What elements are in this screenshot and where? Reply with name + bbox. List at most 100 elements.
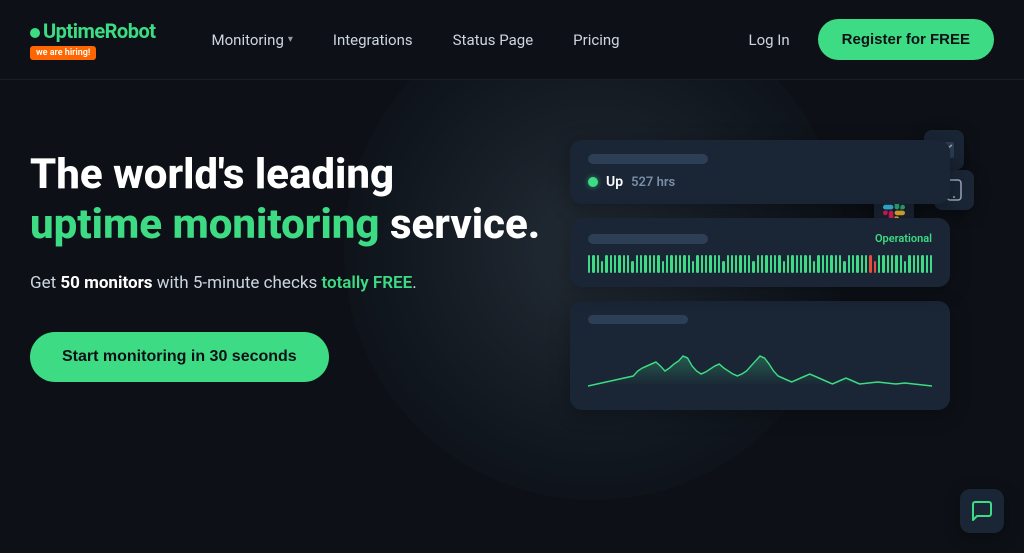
uptime-bar-item xyxy=(757,255,759,273)
hero-content: The world's leading uptime monitoring se… xyxy=(30,130,550,382)
uptime-bar-item xyxy=(644,255,646,273)
logo-dot xyxy=(30,28,40,38)
operational-label: Operational xyxy=(875,232,932,245)
uptime-bars xyxy=(588,251,932,273)
uptime-bar-item xyxy=(778,255,780,273)
cta-button[interactable]: Start monitoring in 30 seconds xyxy=(30,332,329,382)
uptime-bar-item xyxy=(852,255,854,273)
uptime-bar-item xyxy=(618,255,620,273)
uptime-bar-item xyxy=(679,255,681,273)
uptime-bar-item xyxy=(830,255,832,273)
card-label-placeholder2 xyxy=(588,234,708,244)
uptime-bar-item xyxy=(882,255,884,273)
status-dot xyxy=(588,177,598,187)
uptime-bar-item xyxy=(631,261,633,273)
hero-subtitle: Get 50 monitors with 5-minute checks tot… xyxy=(30,271,550,297)
uptime-bar-item xyxy=(675,255,677,273)
uptime-bar-item xyxy=(796,255,798,273)
login-link[interactable]: Log In xyxy=(737,23,802,57)
uptime-bar-item xyxy=(696,255,698,273)
uptime-bar-item xyxy=(670,255,672,273)
response-chart-card xyxy=(570,301,950,410)
status-card: Up 527 hrs xyxy=(570,140,950,204)
uptime-bar-item xyxy=(809,255,811,273)
uptime-bar-item xyxy=(856,255,858,273)
uptime-bar-item xyxy=(817,255,819,273)
uptime-bar-item xyxy=(692,261,694,273)
chart-svg xyxy=(588,336,932,396)
uptime-bar-item xyxy=(752,261,754,273)
uptime-bar-item xyxy=(657,255,659,273)
nav-links: Monitoring ▾ Integrations Status Page Pr… xyxy=(196,23,737,57)
uptime-bar-item xyxy=(926,255,928,273)
uptime-bar-item xyxy=(765,255,767,273)
uptime-hours: 527 hrs xyxy=(631,175,675,190)
uptime-bar-item xyxy=(770,255,772,273)
uptime-bar-item xyxy=(683,255,685,273)
uptime-bar-item xyxy=(636,255,638,273)
uptime-bar-item xyxy=(878,255,880,273)
uptime-bar-item xyxy=(601,261,603,273)
card-label-placeholder xyxy=(588,154,708,164)
uptime-bar-item xyxy=(930,255,932,273)
uptime-bar-item xyxy=(640,255,642,273)
uptime-bar-item xyxy=(739,255,741,273)
uptime-bar-item xyxy=(904,261,906,273)
status-indicator: Up 527 hrs xyxy=(588,174,932,190)
hero-section: The world's leading uptime monitoring se… xyxy=(0,80,1024,553)
uptime-bar-item xyxy=(874,261,876,273)
uptime-bar-item xyxy=(614,255,616,273)
nav-actions: Log In Register for FREE xyxy=(737,19,995,60)
nav-status-page[interactable]: Status Page xyxy=(437,23,550,57)
chevron-down-icon: ▾ xyxy=(288,34,293,45)
uptime-bar-item xyxy=(748,255,750,273)
uptime-bar-item xyxy=(705,255,707,273)
uptime-bar-item xyxy=(709,255,711,273)
chart-label-placeholder xyxy=(588,315,688,324)
uptime-bar-item xyxy=(744,255,746,273)
uptime-bar-item xyxy=(900,255,902,273)
logo[interactable]: UptimeRobot we are hiring! xyxy=(30,19,156,60)
uptime-bar-item xyxy=(774,255,776,273)
uptime-bar-item xyxy=(627,255,629,273)
uptime-bar-item xyxy=(722,261,724,273)
uptime-bar-item xyxy=(861,255,863,273)
uptime-bar-item xyxy=(731,255,733,273)
uptime-bar-item xyxy=(597,255,599,273)
operational-card: Operational xyxy=(570,218,950,287)
hiring-badge: we are hiring! xyxy=(30,46,96,60)
uptime-bar-item xyxy=(826,255,828,273)
uptime-bar-item xyxy=(869,255,871,273)
uptime-bar-item xyxy=(649,255,651,273)
response-chart xyxy=(588,336,932,396)
uptime-bar-item xyxy=(662,261,664,273)
uptime-bar-item xyxy=(718,255,720,273)
nav-integrations[interactable]: Integrations xyxy=(317,23,429,57)
uptime-bar-item xyxy=(761,255,763,273)
uptime-bar-item xyxy=(605,255,607,273)
uptime-bar-item xyxy=(887,255,889,273)
uptime-bar-item xyxy=(701,255,703,273)
uptime-bar-item xyxy=(865,255,867,273)
hero-dashboard: Up 527 hrs Operational xyxy=(550,130,994,410)
uptime-bar-item xyxy=(610,255,612,273)
uptime-bar-item xyxy=(791,255,793,273)
uptime-bar-item xyxy=(727,255,729,273)
chat-button[interactable] xyxy=(960,489,1004,533)
uptime-bar-item xyxy=(623,255,625,273)
uptime-bar-item xyxy=(787,255,789,273)
uptime-bar-item xyxy=(783,261,785,273)
uptime-bar-item xyxy=(835,255,837,273)
uptime-bar-item xyxy=(735,255,737,273)
uptime-bar-item xyxy=(592,255,594,273)
nav-pricing[interactable]: Pricing xyxy=(557,23,635,57)
uptime-bar-item xyxy=(822,255,824,273)
nav-monitoring[interactable]: Monitoring ▾ xyxy=(196,23,309,57)
uptime-bar-item xyxy=(588,255,590,273)
uptime-bar-item xyxy=(800,255,802,273)
uptime-bar-item xyxy=(848,255,850,273)
uptime-bar-item xyxy=(913,255,915,273)
register-button[interactable]: Register for FREE xyxy=(818,19,994,60)
uptime-bar-item xyxy=(843,261,845,273)
uptime-bar-item xyxy=(804,255,806,273)
